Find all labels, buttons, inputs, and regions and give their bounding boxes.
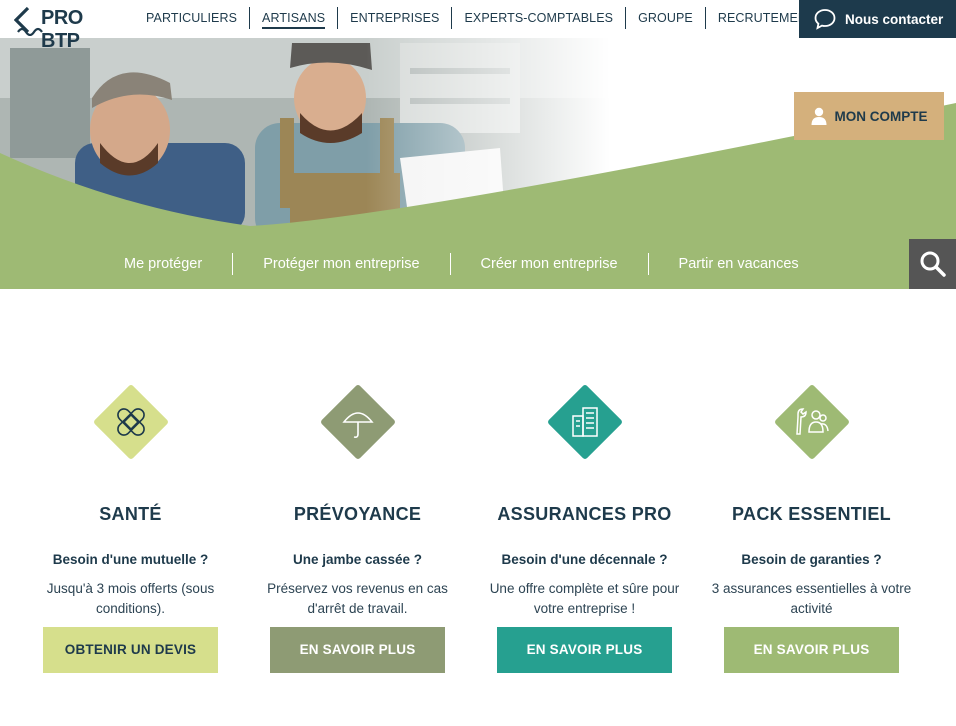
contact-button[interactable]: Nous contacter bbox=[799, 0, 956, 38]
top-bar: PRO BTP PARTICULIERS ARTISANS ENTREPRISE… bbox=[0, 0, 956, 52]
nav-item-particuliers[interactable]: PARTICULIERS bbox=[134, 7, 249, 29]
pro-btp-logo[interactable]: PRO BTP bbox=[14, 4, 124, 52]
card-icon-wrap bbox=[319, 383, 396, 461]
nav-label: GROUPE bbox=[638, 11, 693, 25]
main-nav: PARTICULIERS ARTISANS ENTREPRISES EXPERT… bbox=[134, 7, 827, 29]
subnav-item-me-proteger[interactable]: Me protéger bbox=[110, 253, 232, 275]
card-prevoyance: PRÉVOYANCE Une jambe cassée ? Préservez … bbox=[244, 383, 471, 673]
card-description: Une offre complète et sûre pour votre en… bbox=[489, 581, 680, 616]
card-pack-essentiel: PACK ESSENTIEL Besoin de garanties ? 3 a… bbox=[698, 383, 925, 673]
card-description: Préservez vos revenus en cas d'arrêt de … bbox=[267, 581, 448, 616]
pack-essentiel-savoir-plus-button[interactable]: EN SAVOIR PLUS bbox=[724, 627, 899, 673]
card-description: 3 assurances essentielles à votre activi… bbox=[711, 581, 912, 616]
card-subtitle: Besoin d'une décennale ? bbox=[501, 552, 668, 567]
card-title: ASSURANCES PRO bbox=[497, 504, 672, 524]
card-title: PRÉVOYANCE bbox=[293, 504, 422, 524]
nav-label: ENTREPRISES bbox=[350, 11, 440, 25]
nav-item-artisans[interactable]: ARTISANS bbox=[249, 7, 337, 29]
card-description: Jusqu'à 3 mois offerts (sous conditions)… bbox=[46, 581, 215, 616]
card-title: SANTÉ bbox=[99, 504, 162, 524]
card-title: PACK ESSENTIEL bbox=[732, 504, 891, 524]
obtenir-devis-button[interactable]: OBTENIR UN DEVIS bbox=[43, 627, 218, 673]
hero-banner: MON COMPTE bbox=[0, 38, 956, 289]
card-subtitle: Besoin d'une mutuelle ? bbox=[52, 552, 209, 567]
hero-background bbox=[0, 38, 956, 289]
subnav-item-proteger-entreprise[interactable]: Protéger mon entreprise bbox=[232, 253, 449, 275]
chat-bubble-icon bbox=[814, 9, 836, 30]
my-account-label: MON COMPTE bbox=[834, 108, 928, 124]
card-assurances-pro: ASSURANCES PRO Besoin d'une décennale ? … bbox=[471, 383, 698, 673]
logo-text: PRO BTP bbox=[41, 7, 83, 52]
subnav-item-partir-vacances[interactable]: Partir en vacances bbox=[647, 253, 829, 275]
card-subtitle: Besoin de garanties ? bbox=[741, 552, 882, 567]
tools-people-icon bbox=[795, 408, 829, 435]
nav-item-experts-comptables[interactable]: EXPERTS-COMPTABLES bbox=[451, 7, 625, 29]
card-subtitle: Une jambe cassée ? bbox=[292, 552, 423, 567]
building-icon bbox=[571, 407, 598, 437]
nav-label: EXPERTS-COMPTABLES bbox=[464, 11, 614, 25]
nav-item-groupe[interactable]: GROUPE bbox=[625, 7, 705, 29]
sub-nav: Me protéger Protéger mon entreprise Crée… bbox=[110, 253, 829, 275]
my-account-button[interactable]: MON COMPTE bbox=[794, 92, 944, 140]
prevoyance-savoir-plus-button[interactable]: EN SAVOIR PLUS bbox=[270, 627, 445, 673]
bandage-icon bbox=[116, 408, 145, 436]
card-sante: SANTÉ Besoin d'une mutuelle ? Jusqu'à 3 … bbox=[17, 383, 244, 673]
user-icon bbox=[811, 107, 826, 125]
umbrella-icon bbox=[341, 412, 374, 438]
nav-item-entreprises[interactable]: ENTREPRISES bbox=[337, 7, 451, 29]
nav-label: ARTISANS bbox=[262, 11, 326, 29]
search-button[interactable] bbox=[909, 239, 956, 289]
search-icon bbox=[920, 251, 946, 277]
subnav-item-creer-entreprise[interactable]: Créer mon entreprise bbox=[449, 253, 648, 275]
contact-label: Nous contacter bbox=[845, 11, 944, 27]
assurances-pro-savoir-plus-button[interactable]: EN SAVOIR PLUS bbox=[497, 627, 672, 673]
card-icon-wrap bbox=[92, 383, 169, 461]
card-icon-wrap bbox=[773, 383, 850, 461]
nav-label: PARTICULIERS bbox=[146, 11, 238, 25]
card-icon-wrap bbox=[546, 383, 623, 461]
